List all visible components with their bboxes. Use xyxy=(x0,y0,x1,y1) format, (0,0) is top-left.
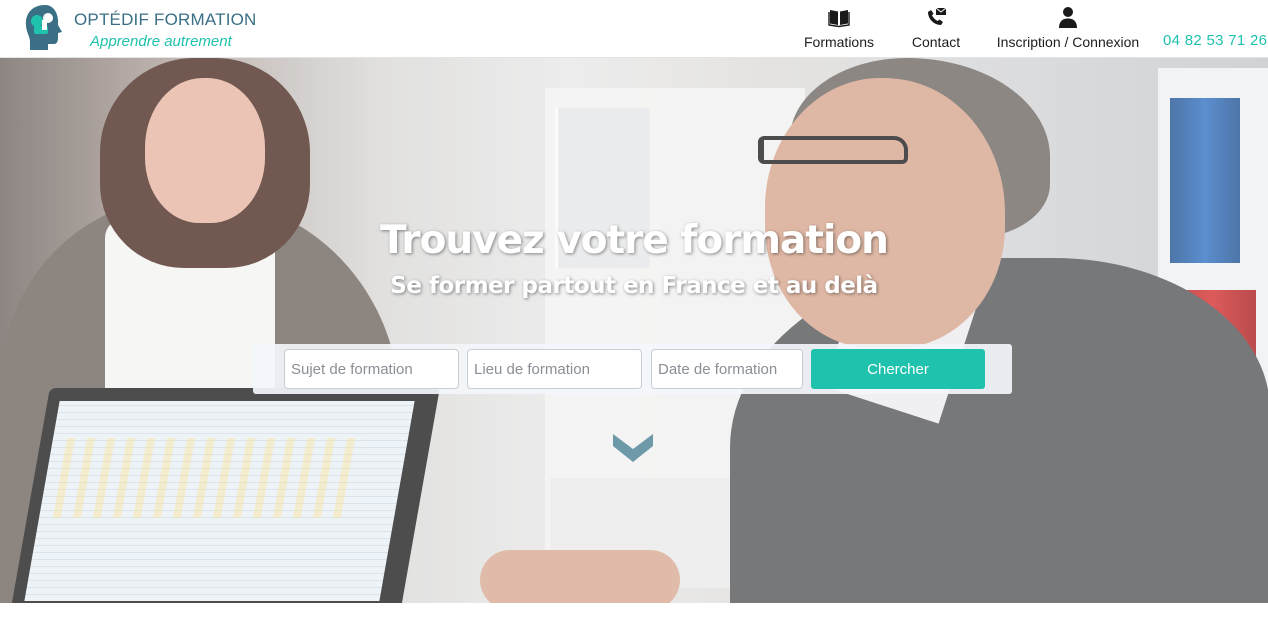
book-icon xyxy=(828,10,850,28)
page-footer-band xyxy=(0,603,1268,632)
site-header: OPTÉDIF FORMATION Apprendre autrement Fo… xyxy=(0,0,1268,58)
nav-formations[interactable]: Formations xyxy=(803,6,875,54)
phone-number[interactable]: 04 82 53 71 26 xyxy=(1163,32,1267,49)
nav-label-contact: Contact xyxy=(911,34,961,50)
nav-contact[interactable]: Contact xyxy=(912,6,960,54)
search-form: Chercher xyxy=(253,344,1012,394)
search-button[interactable]: Chercher xyxy=(811,349,985,389)
hero-section: Trouvez votre formation Se former partou… xyxy=(0,58,1268,603)
location-input[interactable] xyxy=(467,349,642,389)
nav-label-login: Inscription / Connexion xyxy=(996,34,1140,50)
user-icon xyxy=(1059,7,1077,28)
nav-label-formations: Formations xyxy=(803,34,875,50)
subject-input[interactable] xyxy=(284,349,459,389)
nav-login[interactable]: Inscription / Connexion xyxy=(996,6,1140,54)
hero-title: Trouvez votre formation xyxy=(380,218,889,263)
logo-icon[interactable] xyxy=(18,2,68,52)
phone-mail-icon xyxy=(928,7,947,25)
brand-name[interactable]: OPTÉDIF FORMATION xyxy=(74,10,257,30)
hero-overlay xyxy=(0,58,1268,603)
chevron-down-icon[interactable] xyxy=(613,434,653,464)
hero-subtitle: Se former partout en France et au delà xyxy=(390,273,878,299)
date-input[interactable] xyxy=(651,349,803,389)
brand-tagline: Apprendre autrement xyxy=(90,33,232,50)
